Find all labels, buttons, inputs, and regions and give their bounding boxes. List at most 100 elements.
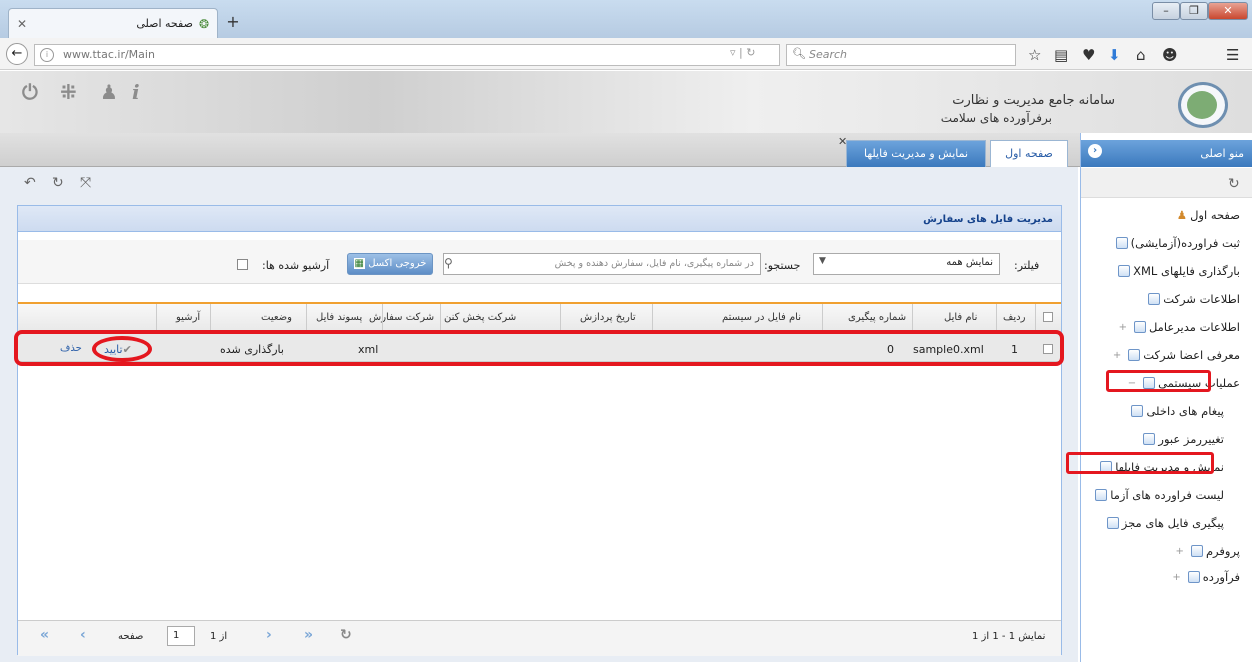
page-total: از 1 [210,631,228,642]
fullscreen-icon[interactable]: ⤧ [80,175,91,191]
back-button[interactable]: ← [6,43,28,65]
tab-home[interactable]: صفحه اول [990,140,1068,167]
reload-icon[interactable]: ▿ | ↻ [730,46,755,59]
sidebar-item-company-info[interactable]: اطلاعات شرکت [1148,292,1240,306]
search-icon: ⚲ [444,256,453,270]
sidebar-item-label: تغییررمز عبور [1158,432,1224,446]
download-icon[interactable]: ⬇ [1108,46,1121,64]
sidebar-title: منو اصلی [1081,140,1252,167]
chevron-down-icon[interactable]: ▼ [819,256,826,266]
sidebar-item-label: بارگذاری فایلهای XML [1133,264,1240,278]
browser-tab-title: صفحه اصلی [136,17,193,30]
col-header-tracking[interactable]: شماره پیگیری [848,312,906,323]
filter-select[interactable]: نمایش همه [813,253,1000,275]
select-all-checkbox[interactable] [1043,312,1053,322]
refresh-icon[interactable]: ↻ [340,627,352,647]
sidebar-item-product[interactable]: فرآورده + [1172,570,1240,584]
close-tab-icon[interactable]: ✕ [17,17,27,31]
maximize-button[interactable]: ❐ [1180,2,1208,20]
sidebar-item-label: پیگیری فایل های مجز [1121,516,1224,530]
chat-icon[interactable]: ☻ [1162,46,1178,64]
first-page-button[interactable]: « [40,627,49,647]
sidebar-item-label: اطلاعات شرکت [1163,292,1240,306]
col-header-index[interactable]: ردیف [1003,312,1025,323]
prev-page-button[interactable]: ‹ [80,627,86,647]
sidebar-item-ceo-info[interactable]: اطلاعات مدیرعامل + [1119,320,1240,334]
col-header-system-file-name[interactable]: نام فایل در سیستم [722,312,801,323]
refresh-icon[interactable]: ↻ [1228,176,1240,192]
browser-tab[interactable]: ✕ صفحه اصلی ❂ [8,8,218,38]
col-header-order-company[interactable]: شرکت سفارش [369,312,434,323]
page-icon [1148,293,1161,305]
excel-icon: ▦ [353,258,365,269]
url-bar[interactable]: www.ttac.ir/Main [34,44,780,66]
col-header-process-date[interactable]: تاریخ پردازش [580,312,636,323]
expand-icon[interactable]: + [1172,572,1180,583]
sidebar-collapse-icon[interactable]: › [1088,144,1102,158]
sidebar-item-proforma[interactable]: پروفرم + [1176,544,1240,558]
site-info-icon[interactable]: i [40,48,54,62]
app-logo [1178,82,1228,128]
window-close-button[interactable]: ✕ [1208,2,1248,20]
sidebar-item-label: اطلاعات مدیرعامل [1148,320,1240,334]
menu-icon[interactable]: ☰ [1226,46,1239,64]
page-label: صفحه [118,631,144,642]
last-page-button[interactable]: » [304,627,313,647]
sidebar-item-internal-messages[interactable]: پیغام های داخلی [1131,404,1224,418]
pocket-icon[interactable]: ♥ [1082,46,1095,64]
page-icon [1131,405,1144,417]
sidebar-item-label: ثبت فراورده(آزمایشی) [1130,236,1240,250]
search-icon: 🔍︎ [792,47,806,60]
new-tab-button[interactable]: + [222,12,244,32]
excel-export-label: خروجی اکسل [368,258,427,269]
expand-icon[interactable]: + [1176,546,1184,557]
app-title: سامانه جامع مدیریت و نظارت [952,93,1115,108]
page-icon [1190,545,1203,557]
power-icon[interactable]: ⏻ [22,80,38,104]
undo-icon[interactable]: ↶ [24,175,36,191]
browser-search-input[interactable]: Search [786,44,1016,66]
col-header-file-name[interactable]: نام فایل [944,312,977,323]
col-header-distributor[interactable]: شرکت پخش کنن [444,312,516,323]
sidebar-item-test-products[interactable]: لیست فراورده های آزما [1095,488,1224,502]
row-highlight [14,330,1064,366]
page-icon [1115,237,1128,249]
system-operations-highlight [1106,370,1211,392]
col-header-extension[interactable]: پسوند فایل [316,312,362,323]
refresh-icon[interactable]: ↻ [52,175,64,191]
tab-file-management[interactable]: نمایش و مدیریت فایلها [846,140,986,167]
search-input[interactable]: در شماره پیگیری، نام فایل، سفارش دهنده و… [443,253,761,275]
user-icon[interactable]: ♟ [100,80,118,104]
modules-icon[interactable]: ⁜ [60,80,77,104]
next-page-button[interactable]: › [266,627,272,647]
col-header-archive[interactable]: آرشیو [176,312,200,323]
column-divider [306,304,307,332]
excel-export-button[interactable]: خروجی اکسل ▦ [347,253,433,275]
minimize-button[interactable]: – [1152,2,1180,20]
page-icon [1133,321,1146,333]
page-input[interactable]: 1 [167,626,195,646]
column-divider [912,304,913,332]
sidebar-item-members[interactable]: معرفی اعضا شرکت + [1113,348,1240,362]
archived-checkbox[interactable] [237,259,248,270]
file-management-highlight [1066,452,1214,474]
expand-icon[interactable]: + [1119,322,1127,333]
close-tab-icon[interactable]: ✕ [838,135,847,148]
sidebar-toolbar [1081,168,1252,198]
sidebar-item-register-product[interactable]: ثبت فراورده(آزمایشی) [1115,236,1240,250]
sidebar-item-home[interactable]: صفحه اول ♟ [1177,208,1240,222]
sidebar-item-upload-xml[interactable]: بارگذاری فایلهای XML [1118,264,1240,278]
sidebar-item-change-password[interactable]: تغییررمز عبور [1143,432,1224,446]
sidebar-item-track-files[interactable]: پیگیری فایل های مجز [1106,516,1224,530]
users-icon: ♟ [1176,208,1188,222]
column-divider [210,304,211,332]
col-header-status[interactable]: وضعیت [261,312,292,323]
bookmarks-library-icon[interactable]: ▤ [1054,46,1068,64]
info-icon[interactable]: i [132,80,140,104]
bookmark-star-icon[interactable]: ☆ [1028,46,1041,64]
page-icon [1106,517,1119,529]
home-icon[interactable]: ⌂ [1136,46,1146,64]
column-divider [560,304,561,332]
page-icon [1143,433,1156,445]
expand-icon[interactable]: + [1113,350,1121,361]
